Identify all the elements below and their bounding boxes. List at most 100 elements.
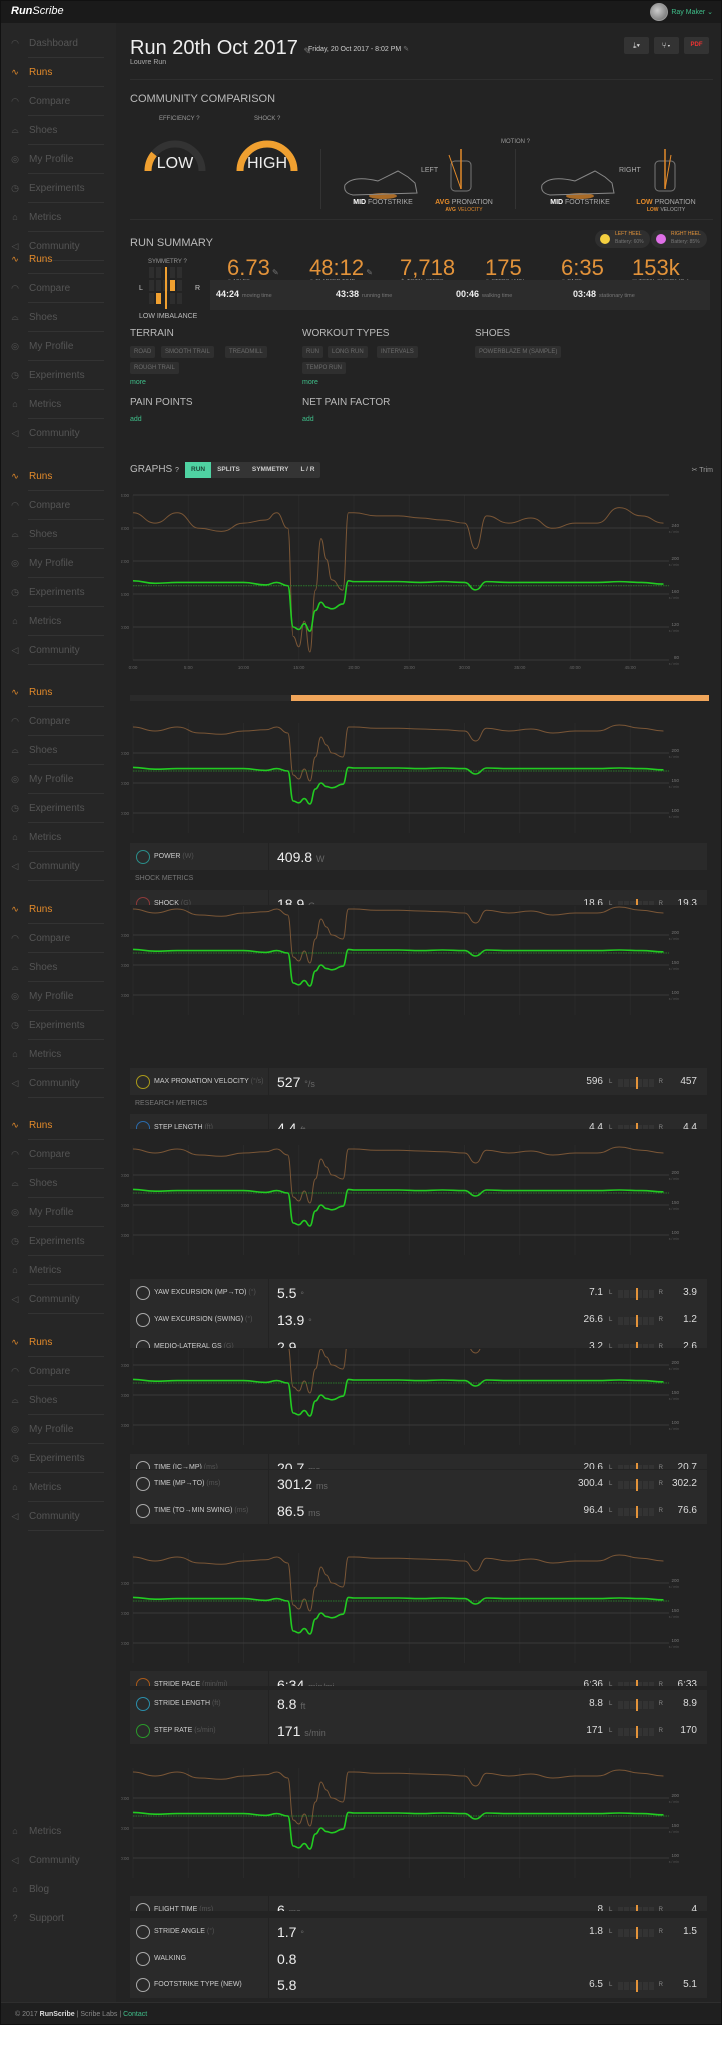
sidebar-item-metrics[interactable]: ⌂ Metrics	[9, 1040, 104, 1068]
help-icon[interactable]: ?	[183, 259, 186, 265]
metric-row-yaw-swing[interactable]: YAW EXCURSION (SWING) (°) 13.9 ° 26.6 LR …	[130, 1306, 707, 1334]
edit-date-icon[interactable]: ✎	[403, 46, 409, 53]
sidebar-item-experiments[interactable]: ◷ Experiments	[9, 174, 104, 202]
sidebar-item-shoes[interactable]: ⌓ Shoes	[9, 1169, 104, 1197]
workout-tag[interactable]: TEMPO RUN	[302, 362, 346, 374]
sidebar-item-compare[interactable]: ◠ Compare	[9, 1357, 104, 1385]
metric-row-power[interactable]: POWER (W) 409.8 W	[130, 843, 707, 871]
terrain-more-link[interactable]: more	[130, 379, 146, 386]
user-menu[interactable]: Ray Maker ⌄	[650, 3, 713, 21]
metric-row-footstrike-type[interactable]: FOOTSTRIKE TYPE (NEW) 5.8 6.5 LR 5.1	[130, 1971, 707, 1999]
sidebar-item-metrics[interactable]: ⌂ Metrics	[9, 1473, 104, 1501]
tab-lr[interactable]: L / R	[294, 462, 320, 478]
run-chart[interactable]: 10:00 200 s / min 20:00 150 s / min 30:00 100 s …	[121, 895, 721, 1015]
sidebar-item-runs[interactable]: ∿ Runs	[9, 678, 104, 706]
sidebar-item-metrics[interactable]: ⌂ Metrics	[9, 390, 104, 418]
sidebar-item-experiments[interactable]: ◷ Experiments	[9, 1227, 104, 1255]
terrain-tag[interactable]: ROUGH TRAIL	[130, 362, 179, 374]
sidebar-item-community[interactable]: ◁ Community	[9, 1846, 104, 1874]
sidebar-item-metrics[interactable]: ⌂ Metrics	[9, 1817, 104, 1845]
metric-row-yaw-mp-to[interactable]: YAW EXCURSION (MP→TO) (°) 5.5 ° 7.1 LR 3.…	[130, 1279, 707, 1307]
sidebar-item-compare[interactable]: ◠ Compare	[9, 1140, 104, 1168]
series-toggle-icon[interactable]	[136, 850, 150, 864]
sidebar-item-metrics[interactable]: ⌂ Metrics	[9, 1256, 104, 1284]
run-chart[interactable]: 4:00 8:00 240 s / min 12:00 200 s / min 16:00 16…	[121, 485, 721, 685]
metric-row-step-rate[interactable]: STEP RATE (s/min) 171 s/min 171 LR 170	[130, 1717, 707, 1745]
sidebar-item-experiments[interactable]: ◷ Experiments	[9, 361, 104, 389]
download-button[interactable]: ⤓▾	[624, 37, 649, 54]
sidebar-item-compare[interactable]: ◠ Compare	[9, 87, 104, 115]
sidebar-item-metrics[interactable]: ⌂ Metrics	[9, 607, 104, 635]
sidebar-item-support[interactable]: ? Support	[9, 1904, 104, 1932]
tab-symmetry[interactable]: SYMMETRY	[246, 462, 295, 478]
sidebar-item-shoes[interactable]: ⌓ Shoes	[9, 116, 104, 144]
add-net-pain-link[interactable]: add	[302, 416, 314, 423]
help-icon[interactable]: ?	[196, 116, 199, 122]
sidebar-item-compare[interactable]: ◠ Compare	[9, 491, 104, 519]
tab-run[interactable]: RUN	[185, 462, 212, 478]
sidebar-item-community[interactable]: ◁ Community	[9, 636, 104, 664]
terrain-tag[interactable]: TREADMILL	[225, 346, 267, 358]
workout-tag[interactable]: INTERVALS	[377, 346, 418, 358]
metric-row-time-mp-to[interactable]: TIME (MP→TO) (ms) 301.2 ms 300.4 LR 302.2	[130, 1470, 707, 1498]
metric-row-stride-angle[interactable]: STRIDE ANGLE (°) 1.7 ° 1.8 LR 1.5	[130, 1918, 707, 1946]
sidebar-item-shoes[interactable]: ⌓ Shoes	[9, 520, 104, 548]
sidebar-item-my-profile[interactable]: ◎ My Profile	[9, 332, 104, 360]
sidebar-item-experiments[interactable]: ◷ Experiments	[9, 1011, 104, 1039]
series-toggle-icon[interactable]	[136, 1697, 150, 1711]
sidebar-item-shoes[interactable]: ⌓ Shoes	[9, 303, 104, 331]
sidebar-item-blog[interactable]: ⌂ Blog	[9, 1875, 104, 1903]
series-toggle-icon[interactable]	[136, 1313, 150, 1327]
sidebar-item-my-profile[interactable]: ◎ My Profile	[9, 145, 104, 173]
run-chart[interactable]: 10:00 200 s / min 20:00 150 s / min 30:00 100 s …	[121, 713, 721, 833]
workout-tag[interactable]: LONG RUN	[328, 346, 368, 358]
series-toggle-icon[interactable]	[136, 1121, 150, 1129]
sidebar-item-runs[interactable]: ∿ Runs	[9, 245, 104, 273]
sidebar-item-experiments[interactable]: ◷ Experiments	[9, 578, 104, 606]
metric-row-flight-time[interactable]: FLIGHT TIME (ms) 6 ms 8 LR 4	[130, 1896, 707, 1912]
help-icon[interactable]: ?	[175, 467, 179, 474]
help-icon[interactable]: ?	[277, 116, 280, 122]
metric-row-step-length[interactable]: STEP LENGTH (ft) 4.4 ft 4.4 LR 4.4	[130, 1114, 707, 1130]
sidebar-item-shoes[interactable]: ⌓ Shoes	[9, 953, 104, 981]
sidebar-item-community[interactable]: ◁ Community	[9, 419, 104, 447]
range-scrubber-track[interactable]	[130, 695, 291, 701]
edit-icon[interactable]: ✎	[364, 268, 373, 277]
sidebar-item-compare[interactable]: ◠ Compare	[9, 274, 104, 302]
sidebar-item-runs[interactable]: ∿ Runs	[9, 1328, 104, 1356]
sidebar-item-my-profile[interactable]: ◎ My Profile	[9, 549, 104, 577]
series-toggle-icon[interactable]	[136, 1724, 150, 1738]
metric-row-walking[interactable]: WALKING 0.8	[130, 1945, 707, 1973]
sidebar-item-runs[interactable]: ∿ Runs	[9, 895, 104, 923]
series-toggle-icon[interactable]	[136, 1952, 150, 1966]
sidebar-item-community[interactable]: ◁ Community	[9, 852, 104, 880]
run-chart[interactable]: 10:00 200 s / min 20:00 150 s / min 30:00 100 s …	[121, 1135, 721, 1255]
sidebar-item-compare[interactable]: ◠ Compare	[9, 707, 104, 735]
series-toggle-icon[interactable]	[136, 1678, 150, 1686]
series-toggle-icon[interactable]	[136, 1286, 150, 1300]
series-toggle-icon[interactable]	[136, 1903, 150, 1911]
help-icon[interactable]: ?	[527, 139, 530, 145]
edit-icon[interactable]: ✎	[270, 268, 279, 277]
sidebar-item-metrics[interactable]: ⌂ Metrics	[9, 823, 104, 851]
metric-row-time-ic-mp[interactable]: TIME (IC→MP) (ms) 20.7 ms 20.6 LR 20.7	[130, 1454, 707, 1470]
sidebar-item-community[interactable]: ◁ Community	[9, 1069, 104, 1097]
sidebar-item-dashboard[interactable]: ◠ Dashboard	[9, 29, 104, 57]
series-toggle-icon[interactable]	[136, 1978, 150, 1992]
series-toggle-icon[interactable]	[136, 1340, 150, 1348]
sidebar-item-runs[interactable]: ∿ Runs	[9, 462, 104, 490]
metric-row-stride-length[interactable]: STRIDE LENGTH (ft) 8.8 ft 8.8 LR 8.9	[130, 1690, 707, 1718]
metric-row-pronation-velocity[interactable]: MAX PRONATION VELOCITY (°/s) 527 °/s 596 …	[130, 1068, 707, 1096]
add-pain-points-link[interactable]: add	[130, 416, 142, 423]
run-chart[interactable]: 10:00 200 s / min 20:00 150 s / min 30:00 100 s …	[121, 1543, 721, 1663]
terrain-tag[interactable]: ROAD	[130, 346, 156, 358]
range-scrubber[interactable]	[291, 695, 709, 701]
contact-link[interactable]: Contact	[123, 2011, 147, 2018]
trim-button[interactable]: ✂ Trim	[692, 466, 713, 474]
sidebar-item-experiments[interactable]: ◷ Experiments	[9, 794, 104, 822]
metric-row-shock[interactable]: SHOCK (G) 18.9 G 18.6 LR 19.3	[130, 890, 707, 906]
sidebar-item-metrics[interactable]: ⌂ Metrics	[9, 203, 104, 231]
series-toggle-icon[interactable]	[136, 897, 150, 905]
terrain-tag[interactable]: SMOOTH TRAIL	[161, 346, 214, 358]
metric-row-time-to-swing[interactable]: TIME (TO→MIN SWING) (ms) 86.5 ms 96.4 LR …	[130, 1497, 707, 1525]
